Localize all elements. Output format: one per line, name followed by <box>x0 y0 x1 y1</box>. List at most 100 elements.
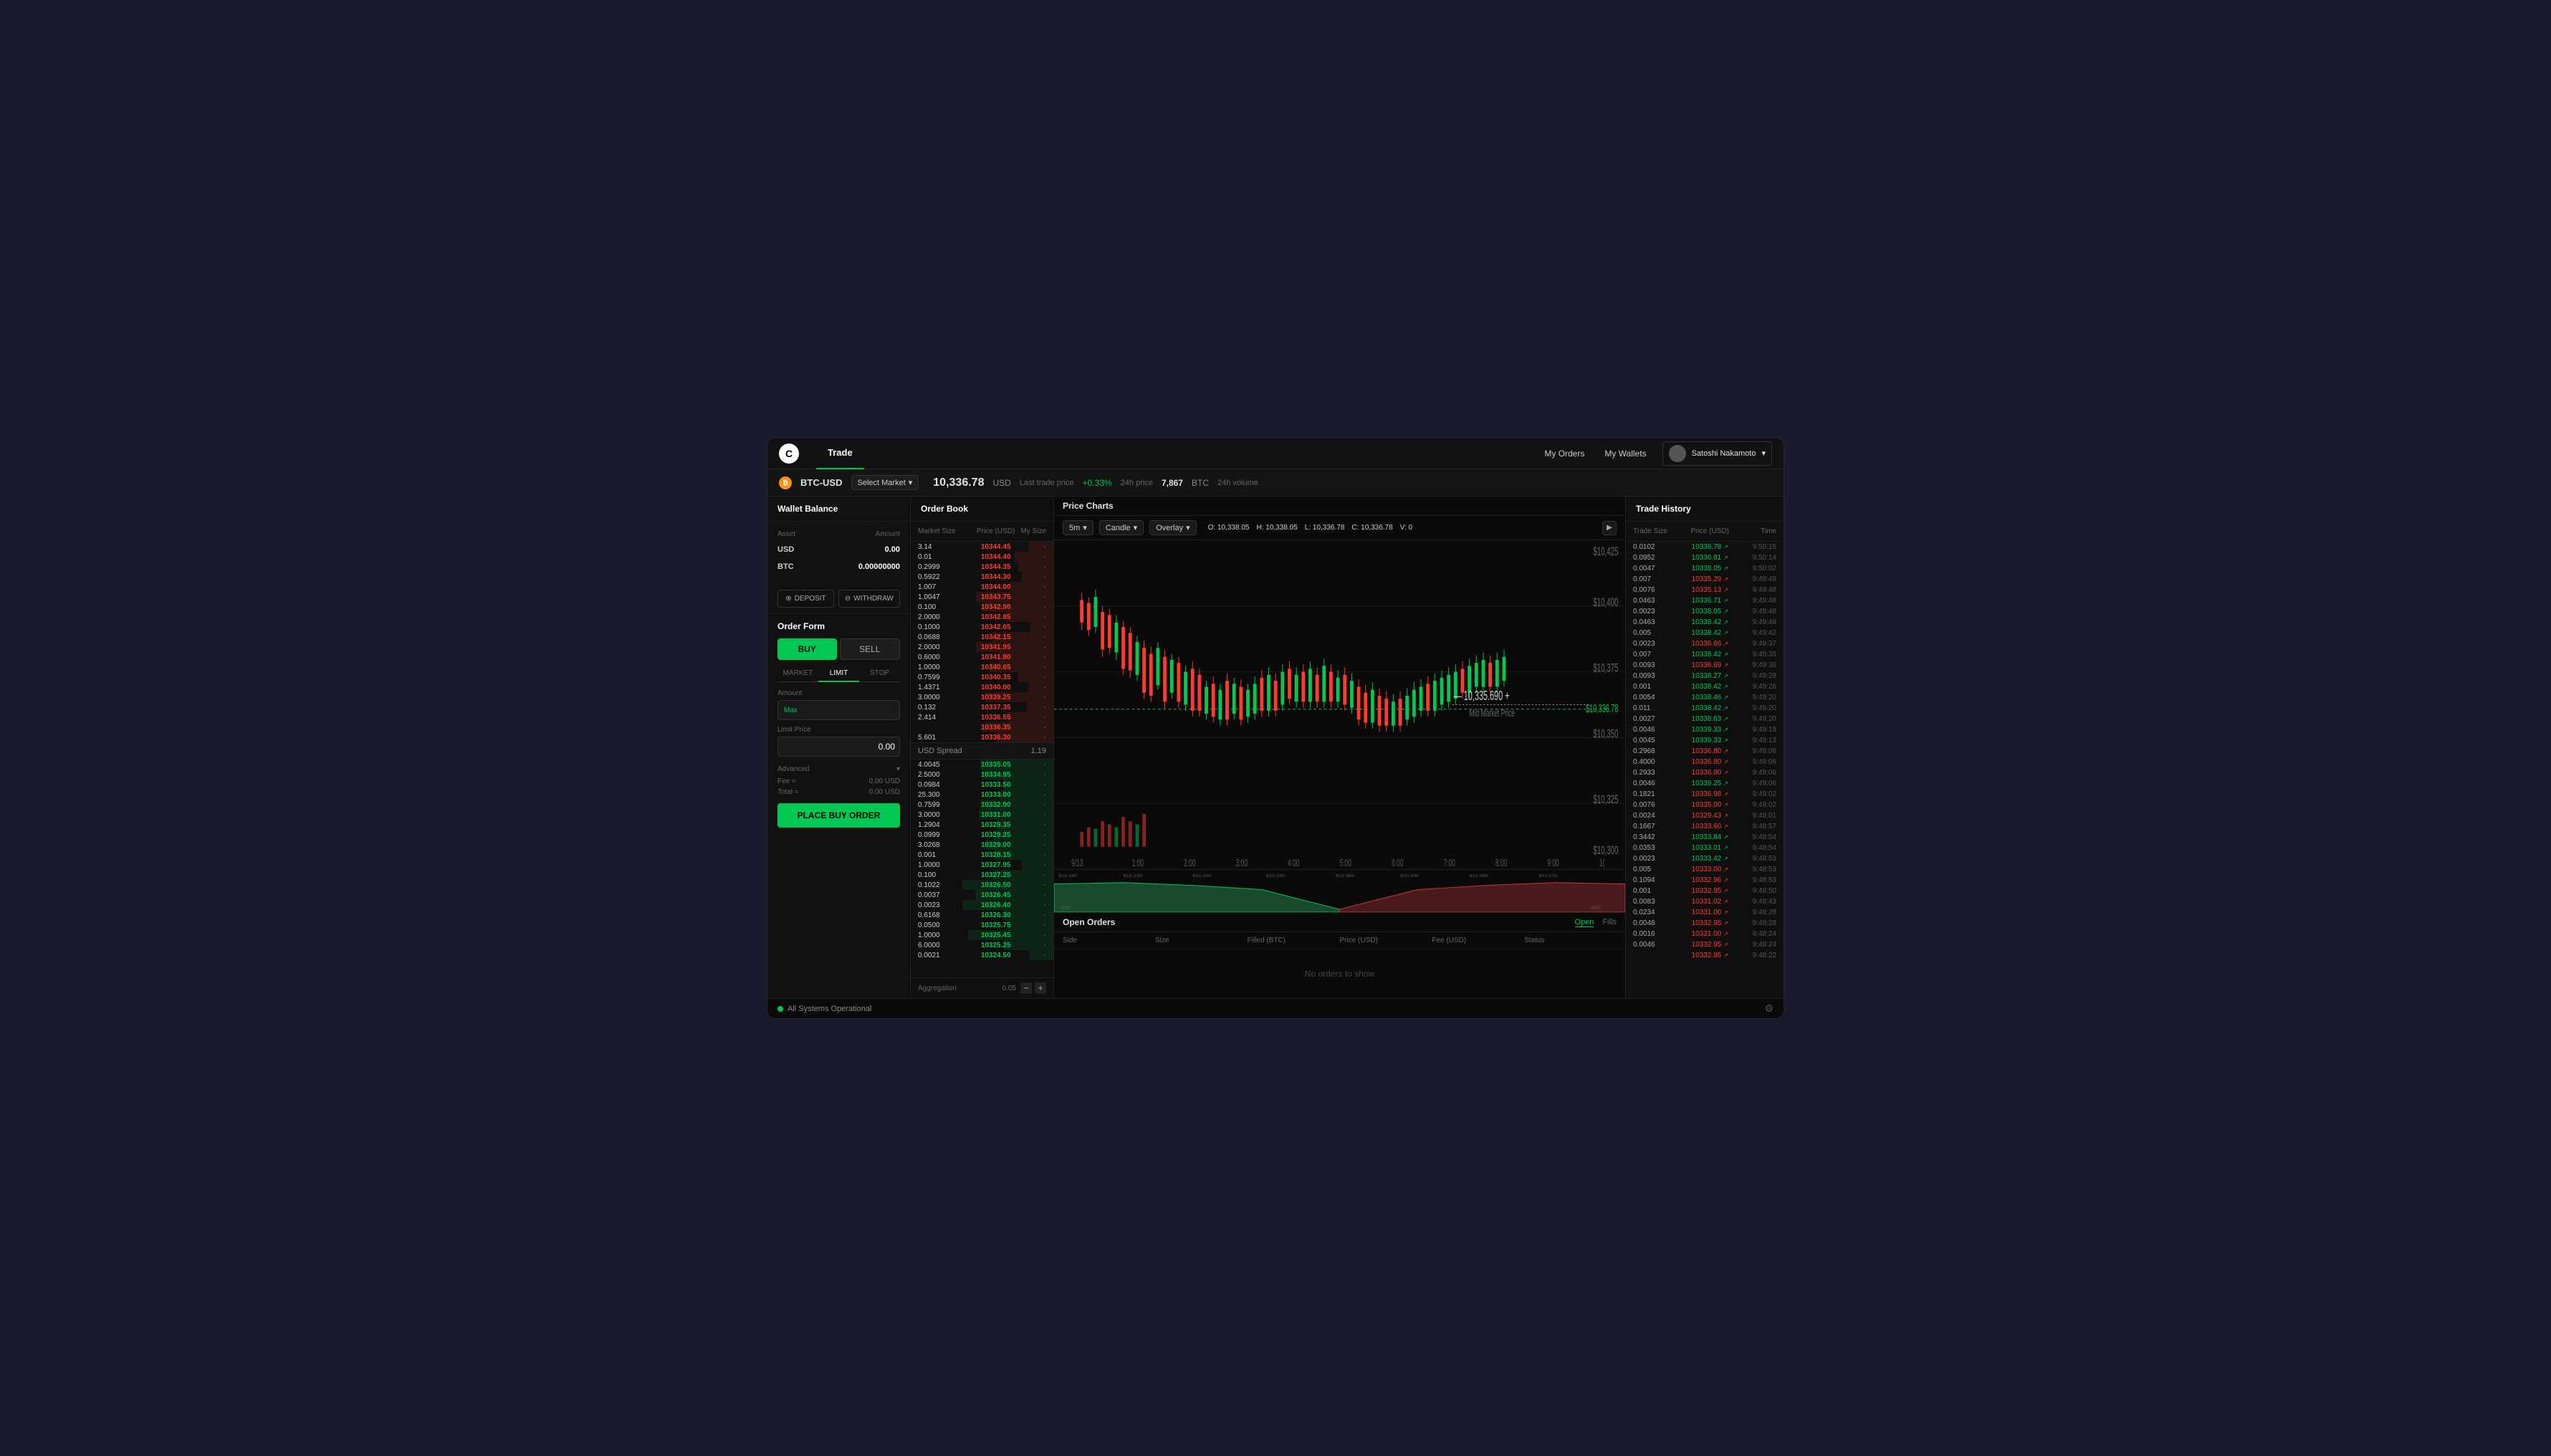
th-row[interactable]: 0.0023 10336.66 ↗ 9:49:37 <box>1626 638 1784 649</box>
th-row[interactable]: 0.0024 10329.43 ↗ 9:49:01 <box>1626 810 1784 821</box>
th-row[interactable]: 0.0083 10331.02 ↗ 9:48:43 <box>1626 896 1784 907</box>
ob-ask-row[interactable]: 2.0000 10342.85 - <box>911 612 1053 622</box>
th-row[interactable]: 0.1667 10333.60 ↗ 9:48:57 <box>1626 821 1784 832</box>
gear-icon[interactable]: ⚙ <box>1764 1002 1774 1015</box>
th-row[interactable]: 0.005 10333.00 ↗ 9:48:53 <box>1626 864 1784 875</box>
ob-bid-row[interactable]: 6.0000 10325.25 - <box>911 940 1053 950</box>
chart-type-select[interactable]: Candle ▾ <box>1099 520 1144 535</box>
agg-minus-button[interactable]: − <box>1020 982 1032 994</box>
th-row[interactable]: 10332.95 ↗ 9:48:22 <box>1626 950 1784 961</box>
ob-bid-row[interactable]: 3.0000 10331.00 - <box>911 810 1053 820</box>
th-row[interactable]: 0.0016 10331.00 ↗ 9:48:24 <box>1626 929 1784 939</box>
ob-bid-row[interactable]: 0.6168 10326.30 - <box>911 910 1053 920</box>
th-row[interactable]: 0.0093 10338.27 ↗ 9:49:28 <box>1626 671 1784 681</box>
ob-ask-row[interactable]: 2.0000 10341.95 - <box>911 642 1053 652</box>
ob-bid-row[interactable]: 3.0268 10329.00 - <box>911 840 1053 850</box>
agg-plus-button[interactable]: + <box>1035 982 1046 994</box>
th-row[interactable]: 0.1094 10332.96 ↗ 9:48:53 <box>1626 875 1784 886</box>
th-row[interactable]: 0.3442 10333.84 ↗ 9:48:54 <box>1626 832 1784 843</box>
market-tab[interactable]: MARKET <box>777 666 818 682</box>
ob-bid-row[interactable]: 0.0023 10326.40 - <box>911 900 1053 910</box>
th-row[interactable]: 0.0046 10339.25 ↗ 9:49:06 <box>1626 778 1784 789</box>
buy-tab[interactable]: BUY <box>777 638 837 660</box>
th-row[interactable]: 0.0054 10338.46 ↗ 9:49:20 <box>1626 692 1784 703</box>
oo-tab-open[interactable]: Open <box>1575 918 1594 927</box>
th-row[interactable]: 0.0353 10333.01 ↗ 9:48:54 <box>1626 843 1784 853</box>
ob-bid-row[interactable]: 25.300 10333.00 - <box>911 790 1053 800</box>
th-row[interactable]: 0.007 10338.42 ↗ 9:45:35 <box>1626 649 1784 660</box>
max-prefix[interactable]: Max <box>778 702 803 719</box>
th-row[interactable]: 0.0234 10331.00 ↗ 9:48:28 <box>1626 907 1784 918</box>
th-row[interactable]: 0.0023 10333.42 ↗ 9:48:53 <box>1626 853 1784 864</box>
ob-bid-row[interactable]: 0.100 10327.25 - <box>911 870 1053 880</box>
overlay-select[interactable]: Overlay ▾ <box>1149 520 1196 535</box>
ob-ask-row[interactable]: 3.14 10344.45 - <box>911 542 1053 552</box>
withdraw-button[interactable]: ⊖ WITHDRAW <box>838 590 900 608</box>
nav-my-orders[interactable]: My Orders <box>1534 444 1594 463</box>
ob-bid-row[interactable]: 0.1022 10326.50 - <box>911 880 1053 890</box>
ob-ask-row[interactable]: 1.0047 10343.75 - <box>911 592 1053 602</box>
oo-tab-fills[interactable]: Fills <box>1602 918 1617 927</box>
th-row[interactable]: 0.0047 10338.05 ↗ 9:50:02 <box>1626 563 1784 574</box>
ob-bid-row[interactable]: 0.0037 10326.45 - <box>911 890 1053 900</box>
ob-ask-row[interactable]: 0.0688 10342.15 - <box>911 632 1053 642</box>
ob-ask-row[interactable]: 0.2999 10344.35 - <box>911 562 1053 572</box>
ob-ask-row[interactable]: 2.414 10336.55 - <box>911 712 1053 722</box>
th-row[interactable]: 0.001 10332.95 ↗ 9:48:50 <box>1626 886 1784 896</box>
ob-bid-row[interactable]: 0.001 10328.15 - <box>911 850 1053 860</box>
th-row[interactable]: 0.0952 10336.81 ↗ 9:50:14 <box>1626 552 1784 563</box>
limit-tab[interactable]: LIMIT <box>818 666 859 682</box>
ob-bid-row[interactable]: 0.0999 10329.25 - <box>911 830 1053 840</box>
nav-user[interactable]: Satoshi Nakamoto ▾ <box>1662 441 1772 466</box>
th-row[interactable]: 0.0076 10335.00 ↗ 9:49:02 <box>1626 800 1784 810</box>
th-row[interactable]: 0.005 10338.42 ↗ 9:49:42 <box>1626 628 1784 638</box>
th-row[interactable]: 0.0046 10339.33 ↗ 9:49:19 <box>1626 724 1784 735</box>
th-row[interactable]: 0.2968 10336.80 ↗ 9:49:06 <box>1626 746 1784 757</box>
ob-ask-row[interactable]: 3.0000 10339.25 - <box>911 692 1053 702</box>
nav-my-wallets[interactable]: My Wallets <box>1594 444 1656 463</box>
ob-ask-row[interactable]: 10336.35 - <box>911 722 1053 732</box>
deposit-button[interactable]: ⊕ DEPOSIT <box>777 590 834 608</box>
ob-bid-row[interactable]: 1.2904 10329.35 - <box>911 820 1053 830</box>
ob-ask-row[interactable]: 0.01 10344.40 - <box>911 552 1053 562</box>
ob-ask-row[interactable]: 0.7599 10340.35 - <box>911 672 1053 682</box>
timeframe-select[interactable]: 5m ▾ <box>1063 520 1093 535</box>
th-row[interactable]: 0.001 10338.42 ↗ 9:49:26 <box>1626 681 1784 692</box>
ob-ask-row[interactable]: 0.6000 10341.80 - <box>911 652 1053 662</box>
th-row[interactable]: 0.0102 10336.78 ↗ 9:50:15 <box>1626 542 1784 552</box>
th-row[interactable]: 0.007 10335.29 ↗ 9:49:49 <box>1626 574 1784 585</box>
ob-ask-row[interactable]: 0.100 10342.90 - <box>911 602 1053 612</box>
ob-ask-row[interactable]: 1.007 10344.00 - <box>911 582 1053 592</box>
nav-tab-trade[interactable]: Trade <box>816 438 864 469</box>
ob-bid-row[interactable]: 1.0000 10325.45 - <box>911 930 1053 940</box>
th-row[interactable]: 0.0023 10338.05 ↗ 9:49:48 <box>1626 606 1784 617</box>
th-row[interactable]: 0.0463 10338.42 ↗ 9:49:48 <box>1626 617 1784 628</box>
th-row[interactable]: 0.0046 10332.95 ↗ 9:48:24 <box>1626 939 1784 950</box>
th-row[interactable]: 0.1821 10336.98 ↗ 9:49:02 <box>1626 789 1784 800</box>
ob-bid-row[interactable]: 0.0500 10325.75 - <box>911 920 1053 930</box>
th-row[interactable]: 0.0076 10335.13 ↗ 9:49:48 <box>1626 585 1784 595</box>
ob-bid-row[interactable]: 0.0984 10333.50 - <box>911 780 1053 790</box>
sell-tab[interactable]: SELL <box>840 638 901 660</box>
ob-bid-row[interactable]: 0.7599 10332.90 - <box>911 800 1053 810</box>
th-row[interactable]: 0.0045 10339.33 ↗ 9:49:13 <box>1626 735 1784 746</box>
th-row[interactable]: 0.4000 10336.80 ↗ 9:49:06 <box>1626 757 1784 767</box>
ob-ask-row[interactable]: 1.0000 10340.65 - <box>911 662 1053 672</box>
ob-ask-row[interactable]: 5.601 10336.30 - <box>911 732 1053 742</box>
th-row[interactable]: 0.0048 10332.95 ↗ 9:48:28 <box>1626 918 1784 929</box>
amount-input[interactable] <box>803 701 900 719</box>
place-order-button[interactable]: PLACE BUY ORDER <box>777 803 900 828</box>
ob-ask-row[interactable]: 1.4371 10340.00 - <box>911 682 1053 692</box>
ob-bid-row[interactable]: 2.5000 10334.95 - <box>911 770 1053 780</box>
limit-price-input[interactable] <box>778 737 898 756</box>
select-market[interactable]: Select Market ▾ <box>851 475 919 490</box>
th-row[interactable]: 0.0093 10336.69 ↗ 9:49:30 <box>1626 660 1784 671</box>
ob-bid-row[interactable]: 4.0045 10335.05 - <box>911 760 1053 770</box>
ob-bid-row[interactable]: 0.0021 10324.50 - <box>911 950 1053 960</box>
ob-ask-row[interactable]: 0.5922 10344.30 - <box>911 572 1053 582</box>
advanced-row[interactable]: Advanced ▾ <box>767 762 910 776</box>
ob-ask-row[interactable]: 0.132 10337.35 - <box>911 702 1053 712</box>
stop-tab[interactable]: STOP <box>859 666 900 682</box>
th-row[interactable]: 0.2933 10336.80 ↗ 9:49:06 <box>1626 767 1784 778</box>
ob-bid-row[interactable]: 1.0000 10327.95 - <box>911 860 1053 870</box>
